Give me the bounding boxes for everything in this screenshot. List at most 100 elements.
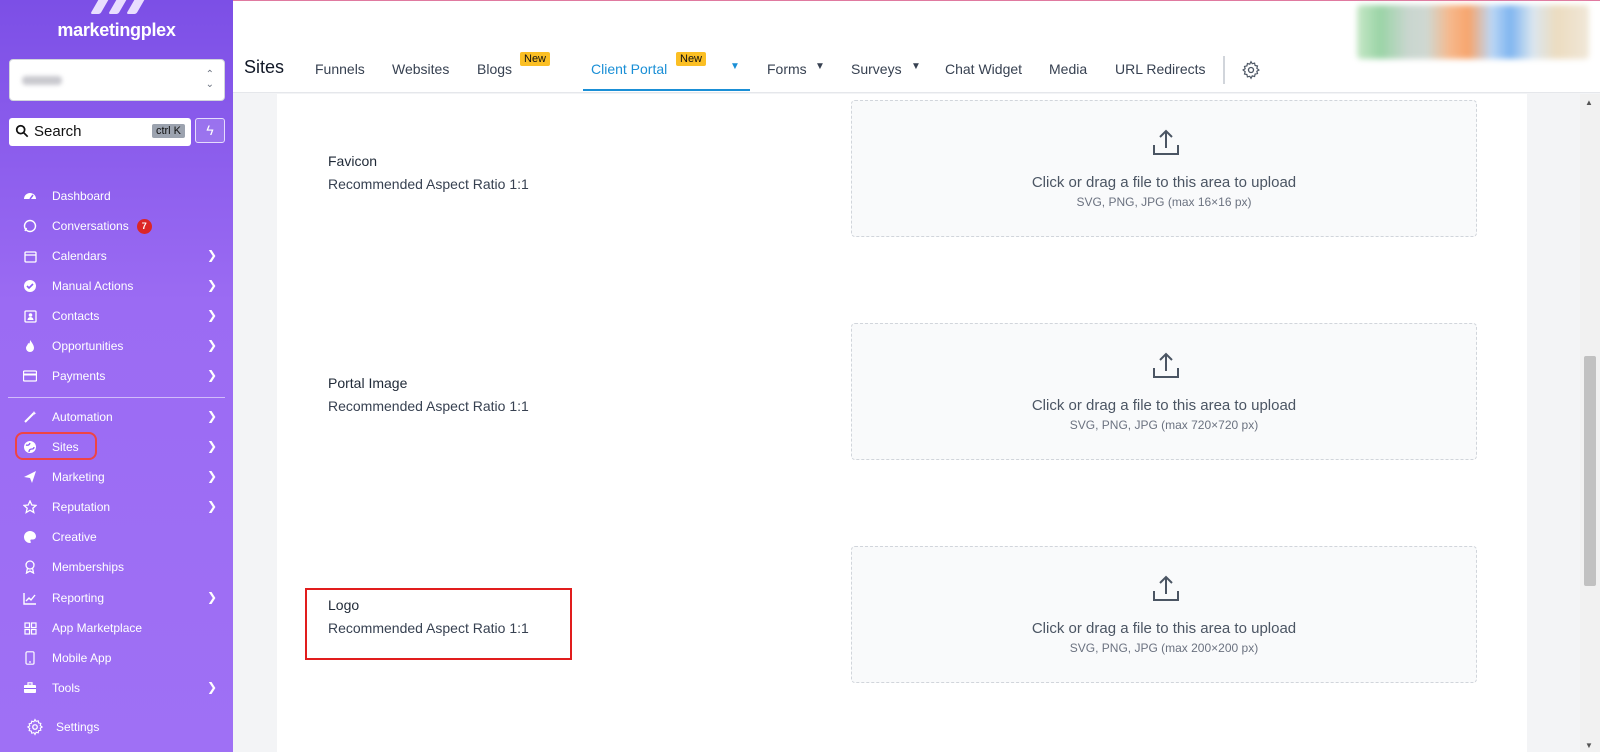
sidebar-item-automation[interactable]: Automation ❯ [8,405,225,429]
scroll-down-arrow-icon[interactable]: ▼ [1585,741,1593,750]
upload-icon [1153,352,1179,378]
brand-logo[interactable]: marketingplex [0,0,233,50]
sidebar-item-settings[interactable]: Settings [26,718,99,736]
top-navigation: Sites Funnels Websites Blogs New Client … [233,0,1600,93]
dashboard-icon [22,188,38,204]
scroll-up-arrow-icon[interactable]: ▲ [1585,98,1593,107]
sidebar-item-calendars[interactable]: Calendars ❯ [8,244,225,268]
sidebar-item-marketing[interactable]: Marketing ❯ [8,465,225,489]
credit-card-icon [22,368,38,384]
search-label: Search [34,123,82,140]
chevron-right-icon: ❯ [206,469,217,483]
palette-icon [22,529,38,545]
sidebar-item-mobile-app[interactable]: Mobile App [8,646,225,670]
sidebar-item-label: Creative [52,530,97,544]
upload-formats: SVG, PNG, JPG (max 720×720 px) [1069,418,1259,432]
chat-icon [22,218,38,234]
flame-icon [22,338,38,354]
chevron-right-icon: ❯ [206,439,217,453]
search-shortcut: ctrl K [151,124,185,138]
sidebar-item-conversations[interactable]: Conversations 7 [8,214,225,238]
sidebar-item-label: Dashboard [52,189,111,203]
star-icon [22,499,38,515]
new-badge: New [676,52,707,66]
check-circle-icon [22,278,38,294]
grid-icon [22,620,38,636]
favicon-upload-dropzone[interactable]: Click or drag a file to this area to upl… [851,100,1477,237]
portal-image-upload-dropzone[interactable]: Click or drag a file to this area to upl… [851,323,1477,460]
chevron-down-icon[interactable]: ▼ [911,61,921,72]
upload-message: Click or drag a file to this area to upl… [1031,620,1297,637]
send-icon [22,469,38,485]
chevron-right-icon: ❯ [206,409,217,423]
lightning-icon: ϟ [206,122,214,138]
gear-icon [26,718,44,736]
sidebar-item-payments[interactable]: Payments ❯ [8,364,225,388]
chevron-right-icon: ❯ [206,278,217,292]
sidebar-item-label: Payments [52,369,106,383]
portal-image-label: Portal Image [328,375,408,391]
sidebar-item-memberships[interactable]: Memberships [8,555,225,579]
sidebar-item-label: Automation [52,410,113,424]
chevron-right-icon: ❯ [206,338,217,352]
magic-wand-icon [22,409,38,425]
logo-mark-icon [88,0,148,14]
upload-formats: SVG, PNG, JPG (max 16×16 px) [1076,195,1252,209]
tab-chat-widget[interactable]: Chat Widget [945,61,1022,77]
sidebar: marketingplex ⌃ ⌄ Search ctrl K ϟ Dashboa… [0,0,233,752]
toolbar-separator [1223,56,1225,84]
chevron-right-icon: ❯ [206,368,217,382]
sidebar-item-label: App Marketplace [52,621,143,635]
sidebar-item-label: Memberships [52,560,125,574]
sidebar-item-tools[interactable]: Tools ❯ [8,676,225,700]
sidebar-item-reputation[interactable]: Reputation ❯ [8,495,225,519]
tab-media[interactable]: Media [1049,61,1087,77]
unread-count-badge: 7 [136,218,152,234]
sidebar-item-contacts[interactable]: Contacts ❯ [8,304,225,328]
page-gutter [1527,94,1580,752]
tab-forms[interactable]: Forms [767,61,807,77]
sidebar-item-label: Tools [52,681,81,695]
chevron-updown-icon: ⌃ ⌄ [205,69,214,90]
contact-card-icon [22,308,38,324]
quick-actions-button[interactable]: ϟ [195,118,225,143]
sidebar-item-reporting[interactable]: Reporting ❯ [8,586,225,610]
upload-formats: SVG, PNG, JPG (max 200×200 px) [1069,641,1259,655]
search-button[interactable]: Search ctrl K [9,118,191,146]
sites-highlight [15,432,97,460]
settings-gear-icon[interactable] [1241,60,1261,80]
chevron-right-icon: ❯ [206,248,217,262]
toolbox-icon [22,680,38,696]
logo-hint: Recommended Aspect Ratio 1:1 [328,620,529,636]
account-name [22,76,62,85]
tab-blogs[interactable]: Blogs [477,61,512,77]
tab-client-portal[interactable]: Client Portal [591,61,667,77]
favicon-label: Favicon [328,153,378,169]
page-scrollbar[interactable]: ▲ ▼ [1580,94,1600,752]
tab-websites[interactable]: Websites [392,61,449,77]
tab-url-redirects[interactable]: URL Redirects [1115,61,1206,77]
user-avatars[interactable] [1357,5,1589,59]
chevron-right-icon: ❯ [206,590,217,604]
logo-upload-dropzone[interactable]: Click or drag a file to this area to upl… [851,546,1477,683]
sidebar-item-dashboard[interactable]: Dashboard [8,184,225,208]
scrollbar-thumb[interactable] [1584,356,1596,586]
search-icon [15,124,29,138]
settings-label: Settings [56,720,100,734]
sidebar-item-app-marketplace[interactable]: App Marketplace [8,616,225,640]
chevron-right-icon: ❯ [206,499,217,513]
sidebar-item-creative[interactable]: Creative [8,525,225,549]
sidebar-item-label: Calendars [52,249,107,263]
phone-icon [22,650,38,666]
tab-funnels[interactable]: Funnels [315,61,365,77]
chevron-right-icon: ❯ [206,680,217,694]
sidebar-item-opportunities[interactable]: Opportunities ❯ [8,334,225,358]
tab-surveys[interactable]: Surveys [851,61,902,77]
sidebar-item-manual-actions[interactable]: Manual Actions ❯ [8,274,225,298]
chevron-down-icon[interactable]: ▼ [815,61,825,72]
brand-name: marketingplex [57,20,176,40]
chevron-down-icon[interactable]: ▼ [730,61,740,72]
account-switcher[interactable]: ⌃ ⌄ [9,59,225,101]
page-title: Sites [244,57,285,77]
chevron-right-icon: ❯ [206,308,217,322]
